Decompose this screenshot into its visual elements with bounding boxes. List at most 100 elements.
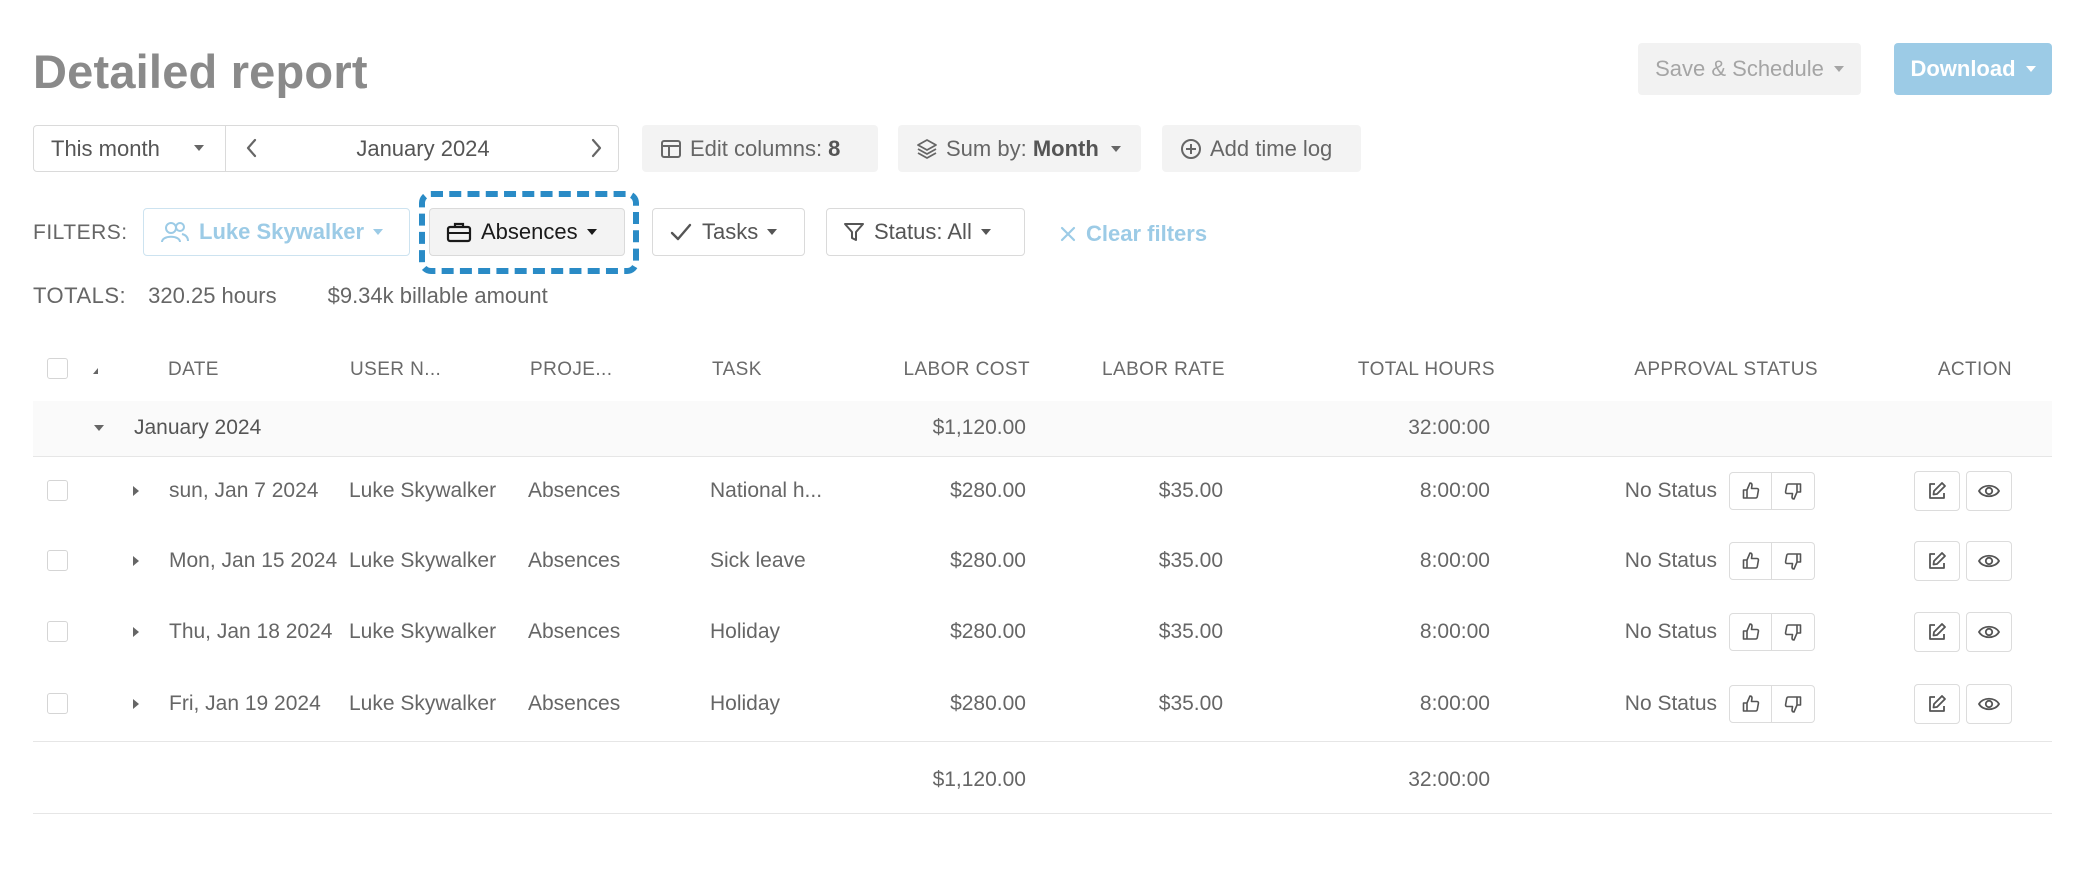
status-filter-label: Status: All: [874, 219, 972, 244]
approve-button[interactable]: [1729, 613, 1772, 651]
tasks-filter-label: Tasks: [702, 219, 759, 244]
row-checkbox[interactable]: [47, 550, 68, 571]
clear-filters-label: Clear filters: [1086, 221, 1208, 246]
col-header-date[interactable]: DATE: [168, 359, 219, 381]
expand-row-icon[interactable]: [133, 627, 139, 637]
totals-billable: $9.34k billable amount: [327, 283, 548, 308]
thumbs-down-icon: [1783, 481, 1803, 501]
reject-button[interactable]: [1772, 685, 1815, 723]
filter-icon: [843, 221, 865, 243]
row-user: Luke Skywalker: [349, 692, 497, 715]
view-entry-button[interactable]: [1966, 541, 2012, 581]
divider: [33, 741, 2052, 742]
range-select-label: This month: [51, 135, 160, 161]
briefcase-icon: [446, 220, 472, 244]
chevron-left-icon[interactable]: [243, 136, 261, 160]
reject-button[interactable]: [1772, 613, 1815, 651]
group-total-hours: 32:00:00: [1408, 416, 1490, 439]
edit-entry-button[interactable]: [1914, 612, 1960, 652]
close-icon: [1060, 226, 1076, 242]
collapse-group-icon[interactable]: [94, 425, 104, 431]
plus-circle-icon: [1180, 138, 1202, 160]
add-time-log-label: Add time log: [1210, 135, 1333, 161]
col-header-action: ACTION: [1937, 359, 2012, 380]
row-labor-cost: $280.00: [950, 692, 1026, 715]
expand-row-icon[interactable]: [133, 699, 139, 709]
col-header-task[interactable]: TASK: [712, 359, 762, 381]
save-schedule-button[interactable]: Save & Schedule: [1638, 43, 1861, 95]
edit-columns-button[interactable]: Edit columns: 8: [642, 125, 878, 172]
project-filter[interactable]: Absences: [429, 208, 625, 256]
filters-label: FILTERS:: [33, 221, 128, 244]
view-entry-button[interactable]: [1966, 471, 2012, 511]
row-date: Fri, Jan 19 2024: [169, 692, 321, 715]
edit-icon: [1926, 480, 1948, 502]
sort-toggle-icon[interactable]: [93, 368, 98, 374]
select-all-checkbox[interactable]: [47, 358, 68, 379]
save-schedule-label: Save & Schedule: [1655, 56, 1824, 81]
edit-entry-button[interactable]: [1914, 541, 1960, 581]
status-filter[interactable]: Status: All: [826, 208, 1025, 256]
edit-entry-button[interactable]: [1914, 684, 1960, 724]
eye-icon: [1977, 694, 2001, 714]
row-approval-status: No Status: [1624, 549, 1717, 572]
totals-label: TOTALS:: [33, 283, 127, 308]
col-header-approval-status[interactable]: APPROVAL STATUS: [1580, 359, 1818, 381]
view-entry-button[interactable]: [1966, 684, 2012, 724]
row-total-hours: 8:00:00: [1419, 479, 1490, 502]
expand-row-icon[interactable]: [133, 556, 139, 566]
row-labor-cost: $280.00: [950, 549, 1026, 572]
row-checkbox[interactable]: [47, 480, 68, 501]
divider: [33, 456, 2052, 457]
check-icon: [669, 221, 693, 243]
download-button[interactable]: Download: [1894, 43, 2052, 95]
user-filter[interactable]: Luke Skywalker: [143, 208, 410, 256]
range-select[interactable]: This month: [34, 126, 226, 171]
col-header-project[interactable]: PROJE...: [530, 359, 612, 381]
thumbs-up-icon: [1741, 622, 1761, 642]
thumbs-up-icon: [1741, 551, 1761, 571]
clear-filters-button[interactable]: Clear filters: [1060, 221, 1207, 247]
chevron-down-icon: [586, 229, 597, 235]
thumbs-up-icon: [1741, 694, 1761, 714]
col-header-total-hours[interactable]: TOTAL HOURS: [1295, 359, 1495, 381]
tasks-filter[interactable]: Tasks: [652, 208, 805, 256]
row-checkbox[interactable]: [47, 693, 68, 714]
row-labor-rate: $35.00: [1158, 692, 1223, 715]
row-date: Thu, Jan 18 2024: [169, 620, 333, 643]
chevron-down-icon: [1833, 66, 1844, 72]
approve-button[interactable]: [1729, 685, 1772, 723]
col-header-labor-rate[interactable]: LABOR RATE: [1075, 359, 1225, 381]
row-date: Mon, Jan 15 2024: [169, 549, 338, 572]
reject-button[interactable]: [1772, 472, 1815, 510]
thumbs-down-icon: [1783, 551, 1803, 571]
col-header-user[interactable]: USER N...: [350, 359, 441, 381]
group-label: January 2024: [134, 416, 262, 439]
eye-icon: [1977, 622, 2001, 642]
edit-icon: [1926, 550, 1948, 572]
eye-icon: [1977, 481, 2001, 501]
columns-icon: [660, 138, 682, 160]
footer-labor-cost: $1,120.00: [932, 768, 1026, 791]
sum-by-button[interactable]: Sum by: Month: [898, 125, 1141, 172]
row-task: National h...: [710, 479, 823, 502]
chevron-right-icon[interactable]: [587, 136, 605, 160]
chevron-down-icon: [194, 145, 204, 151]
totals-bar: TOTALS: 320.25 hours $9.34k billable amo…: [33, 283, 548, 309]
expand-row-icon[interactable]: [133, 486, 139, 496]
approve-button[interactable]: [1729, 542, 1772, 580]
add-time-log-button[interactable]: Add time log: [1162, 125, 1361, 172]
chevron-down-icon: [767, 229, 778, 235]
reject-button[interactable]: [1772, 542, 1815, 580]
edit-entry-button[interactable]: [1914, 471, 1960, 511]
col-header-labor-cost[interactable]: LABOR COST: [880, 359, 1030, 381]
row-total-hours: 8:00:00: [1419, 620, 1490, 643]
view-entry-button[interactable]: [1966, 612, 2012, 652]
row-user: Luke Skywalker: [349, 620, 497, 643]
approve-button[interactable]: [1729, 472, 1772, 510]
row-task: Holiday: [710, 692, 781, 715]
row-checkbox[interactable]: [47, 621, 68, 642]
row-user: Luke Skywalker: [349, 479, 497, 502]
edit-icon: [1926, 621, 1948, 643]
group-labor-cost: $1,120.00: [932, 416, 1026, 439]
